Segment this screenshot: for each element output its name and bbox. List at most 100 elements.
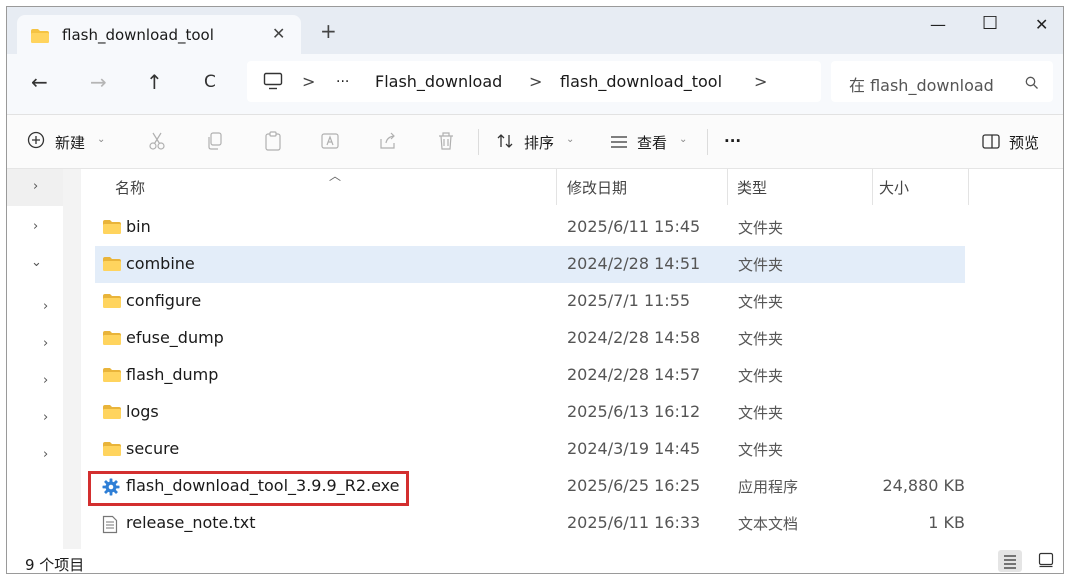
nav-item[interactable]: › (7, 213, 63, 250)
search-box[interactable]: 在 flash_download (831, 61, 1053, 102)
file-date: 2024/2/28 14:58 (567, 328, 701, 347)
folder-icon (102, 367, 122, 387)
column-divider[interactable] (872, 169, 873, 205)
tiles-view-icon[interactable] (1038, 552, 1054, 572)
nav-item[interactable]: › (7, 324, 63, 361)
file-row[interactable]: logs 2025/6/13 16:12 文件夹 (95, 394, 965, 431)
new-tab-button[interactable]: + (320, 21, 337, 41)
folder-icon (102, 441, 122, 461)
item-count: 9 个项目 (25, 556, 85, 574)
column-divider[interactable] (556, 169, 557, 205)
chevron-down-icon[interactable]: ⌄ (31, 255, 42, 270)
chevron-down-icon[interactable]: ⌄ (679, 134, 687, 145)
tab-close-icon[interactable]: ✕ (272, 24, 285, 43)
chevron-right-icon[interactable]: › (33, 219, 38, 234)
breadcrumb-flash-download[interactable]: Flash_download (375, 72, 502, 91)
nav-item[interactable]: › (7, 287, 63, 324)
file-row[interactable]: configure 2025/7/1 11:55 文件夹 (95, 283, 965, 320)
column-divider[interactable] (727, 169, 728, 205)
sort-icon[interactable] (496, 132, 514, 154)
path-bar[interactable]: > ··· Flash_download > flash_download_to… (247, 61, 821, 102)
column-header-type[interactable]: 类型 (737, 177, 767, 198)
details-view-button[interactable] (998, 550, 1022, 572)
sort-button[interactable]: 排序 (524, 132, 554, 153)
chevron-right-icon[interactable]: › (43, 299, 48, 314)
chevron-right-icon[interactable]: › (43, 447, 48, 462)
new-button[interactable]: 新建 (55, 132, 85, 153)
chevron-right-icon[interactable]: › (43, 336, 48, 351)
preview-pane-icon[interactable] (982, 134, 1000, 153)
search-input[interactable]: 在 flash_download (849, 72, 994, 96)
file-type: 文件夹 (738, 293, 784, 311)
copy-icon[interactable] (206, 131, 224, 155)
text-file-icon (102, 515, 118, 538)
breadcrumb-more[interactable]: ··· (336, 74, 349, 90)
folder-icon (102, 404, 122, 424)
nav-item[interactable]: › (7, 398, 63, 435)
rename-icon[interactable] (320, 131, 340, 155)
tab-title: flash_download_tool (62, 26, 214, 44)
close-button[interactable]: ✕ (1035, 15, 1048, 34)
chevron-down-icon[interactable]: ⌄ (566, 134, 574, 145)
tab-flash-download-tool[interactable]: flash_download_tool ✕ (17, 15, 301, 54)
file-date: 2024/3/19 14:45 (567, 439, 701, 458)
maximize-button[interactable]: ☐ (982, 13, 998, 34)
file-type: 文件夹 (738, 367, 784, 385)
file-name: logs (126, 402, 159, 421)
folder-icon (102, 219, 122, 239)
file-name: bin (126, 217, 151, 236)
file-name: combine (126, 254, 195, 273)
file-type: 文本文档 (738, 515, 799, 533)
file-type: 应用程序 (738, 478, 799, 496)
nav-pane-scrollbar[interactable] (63, 169, 81, 549)
column-header-size[interactable]: 大小 (879, 177, 909, 198)
chevron-right-icon[interactable]: › (43, 410, 48, 425)
nav-item[interactable]: › (7, 435, 63, 472)
file-row[interactable]: combine 2024/2/28 14:51 文件夹 (95, 246, 965, 283)
paste-icon[interactable] (264, 131, 282, 155)
more-options-button[interactable]: ··· (724, 132, 741, 150)
status-bar: 9 个项目 (7, 549, 1063, 573)
view-lines-icon[interactable] (610, 134, 628, 153)
folder-icon (102, 256, 122, 276)
file-size: 1 KB (928, 513, 965, 532)
breadcrumb-chevron[interactable]: > (529, 72, 542, 91)
search-icon[interactable] (1025, 75, 1039, 94)
folder-icon (102, 330, 122, 350)
file-date: 2024/2/28 14:51 (567, 254, 701, 273)
breadcrumb-flash-download-tool[interactable]: flash_download_tool (560, 72, 722, 91)
folder-icon (102, 293, 122, 313)
forward-button[interactable]: → (90, 72, 107, 92)
file-row[interactable]: flash_dump 2024/2/28 14:57 文件夹 (95, 357, 965, 394)
chevron-down-icon[interactable]: ⌄ (97, 134, 105, 145)
file-row[interactable]: bin 2025/6/11 15:45 文件夹 (95, 209, 965, 246)
file-name: flash_dump (126, 365, 219, 384)
sort-up-icon: ︿ (329, 169, 342, 183)
chevron-right-icon[interactable]: › (43, 373, 48, 388)
column-header-date[interactable]: 修改日期 (567, 177, 627, 198)
explorer-window: flash_download_tool ✕ + — ☐ ✕ ← → ↑ C > … (6, 6, 1064, 574)
minimize-button[interactable]: — (930, 15, 946, 34)
file-row[interactable]: efuse_dump 2024/2/28 14:58 文件夹 (95, 320, 965, 357)
cut-icon[interactable] (148, 131, 166, 155)
up-button[interactable]: ↑ (146, 72, 163, 92)
file-type: 文件夹 (738, 441, 784, 459)
column-header-name[interactable]: 名称 (115, 177, 145, 198)
plus-circle-icon[interactable] (27, 131, 45, 153)
chevron-right-icon[interactable]: › (33, 179, 38, 194)
view-button[interactable]: 查看 (637, 132, 667, 153)
back-button[interactable]: ← (31, 72, 48, 92)
share-icon[interactable] (378, 131, 398, 155)
file-row[interactable]: secure 2024/3/19 14:45 文件夹 (95, 431, 965, 468)
nav-item[interactable]: ⌄ (7, 250, 66, 287)
nav-item[interactable]: › (7, 169, 63, 206)
file-row[interactable]: release_note.txt 2025/6/11 16:33 文本文档 1 … (95, 505, 965, 542)
preview-button[interactable]: 预览 (1009, 132, 1039, 153)
delete-icon[interactable] (437, 131, 455, 155)
breadcrumb-chevron[interactable]: > (754, 72, 767, 91)
column-divider[interactable] (968, 169, 969, 205)
file-date: 2024/2/28 14:57 (567, 365, 701, 384)
refresh-button[interactable]: C (204, 72, 216, 92)
nav-item[interactable]: › (7, 361, 63, 398)
breadcrumb-chevron[interactable]: > (302, 72, 315, 91)
